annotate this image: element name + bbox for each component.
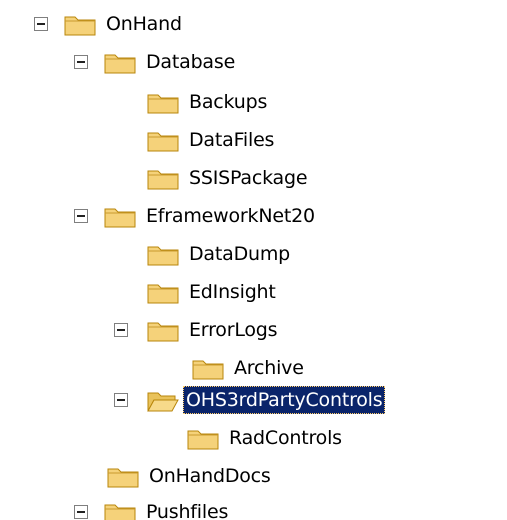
tree-node-label: OnHand — [106, 13, 182, 35]
tree-node-label: EdInsight — [189, 281, 276, 303]
folder-tree: OnHand Database Backups DataFiles SSISPa… — [0, 0, 507, 520]
tree-node-label: SSISPackage — [189, 167, 308, 189]
folder-icon — [104, 500, 136, 520]
tree-node-eframeworknet20[interactable]: EframeworkNet20 — [74, 200, 318, 232]
collapse-toggle-icon[interactable] — [74, 55, 88, 69]
tree-node-label: DataFiles — [189, 129, 275, 151]
collapse-toggle-icon[interactable] — [34, 17, 48, 31]
collapse-toggle-icon[interactable] — [74, 505, 88, 519]
tree-node-onhanddocs[interactable]: OnHandDocs — [107, 460, 274, 492]
tree-node-label: Database — [146, 51, 236, 73]
tree-node-backups[interactable]: Backups — [147, 86, 270, 118]
tree-node-edinsight[interactable]: EdInsight — [147, 276, 279, 308]
tree-node-label: DataDump — [189, 243, 291, 265]
tree-node-datadump[interactable]: DataDump — [147, 238, 293, 270]
folder-icon — [64, 12, 96, 36]
folder-icon — [147, 318, 179, 342]
tree-node-onhand[interactable]: OnHand — [34, 8, 185, 40]
tree-node-label: Archive — [234, 357, 304, 379]
folder-icon — [147, 280, 179, 304]
folder-icon — [147, 90, 179, 114]
folder-icon — [147, 128, 179, 152]
tree-node-errorlogs[interactable]: ErrorLogs — [114, 314, 280, 346]
tree-node-label: OnHandDocs — [149, 465, 271, 487]
tree-node-radcontrols[interactable]: RadControls — [187, 422, 345, 454]
folder-icon — [187, 426, 219, 450]
folder-icon — [192, 356, 224, 380]
collapse-toggle-icon[interactable] — [114, 323, 128, 337]
collapse-toggle-icon[interactable] — [74, 209, 88, 223]
collapse-toggle-icon[interactable] — [114, 393, 128, 407]
tree-node-label: Pushfiles — [146, 501, 229, 520]
folder-icon — [147, 242, 179, 266]
folder-icon — [147, 166, 179, 190]
tree-node-database[interactable]: Database — [74, 46, 238, 78]
tree-node-datafiles[interactable]: DataFiles — [147, 124, 277, 156]
open-folder-icon — [147, 388, 179, 412]
tree-node-label: EframeworkNet20 — [146, 205, 315, 227]
tree-node-pushfiles[interactable]: Pushfiles — [74, 496, 231, 520]
tree-node-archive[interactable]: Archive — [192, 352, 307, 384]
tree-node-label-selected: OHS3rdPartyControls — [183, 386, 386, 414]
folder-icon — [104, 204, 136, 228]
folder-icon — [104, 50, 136, 74]
folder-icon — [107, 464, 139, 488]
tree-node-ohs3rdpartycontrols[interactable]: OHS3rdPartyControls — [114, 384, 386, 416]
tree-node-ssispackage[interactable]: SSISPackage — [147, 162, 310, 194]
tree-node-label: Backups — [189, 91, 268, 113]
tree-node-label: ErrorLogs — [189, 319, 278, 341]
tree-node-label: RadControls — [229, 427, 342, 449]
